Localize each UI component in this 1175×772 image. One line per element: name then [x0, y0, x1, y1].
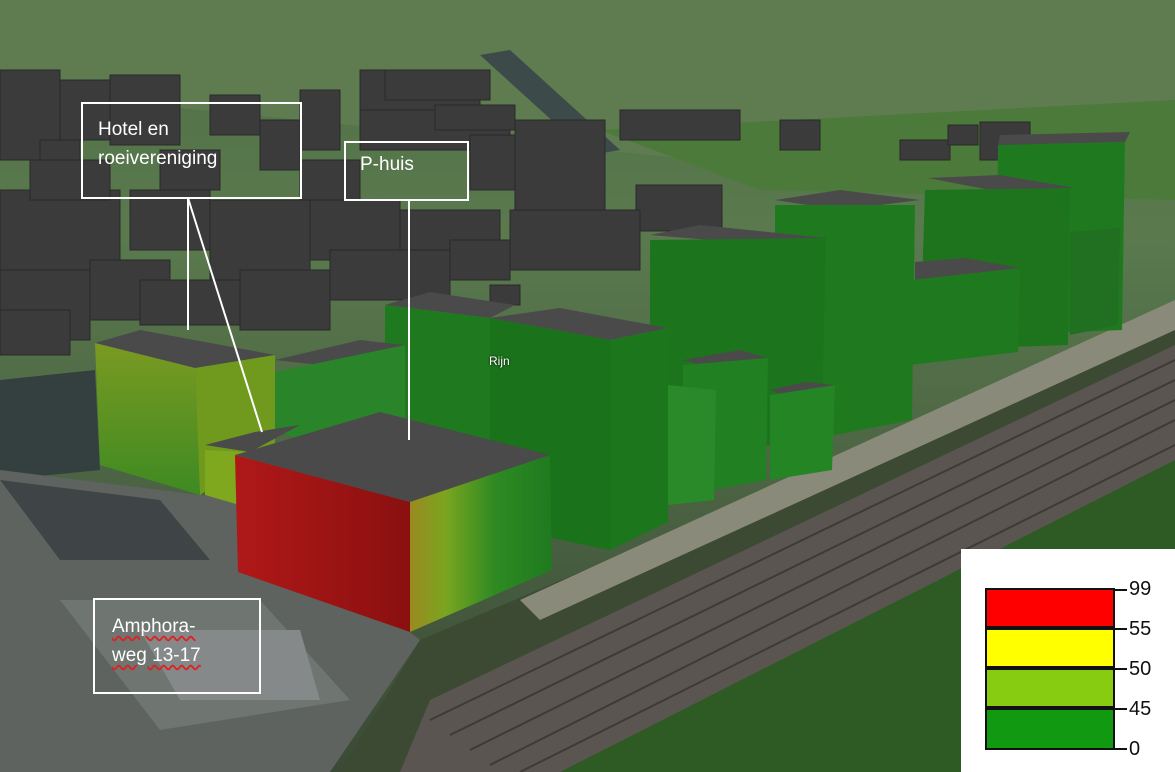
- legend-label-45: 45: [1129, 698, 1152, 720]
- building-small-2-face: [770, 385, 835, 480]
- building-block-right-face: [610, 328, 668, 550]
- legend-label-50: 50: [1129, 658, 1152, 680]
- building-right-low-face: [910, 268, 1020, 365]
- legend-label-55: 55: [1129, 618, 1152, 640]
- water: [0, 370, 100, 480]
- legend: 99 55 50 45 0: [961, 549, 1175, 772]
- legend-swatch-45-50: [985, 668, 1115, 708]
- legend-label-99: 99: [1129, 578, 1152, 600]
- callout-label-phuis: P-huis: [360, 154, 414, 175]
- legend-label-0: 0: [1129, 738, 1141, 760]
- building-right-3-face: [1070, 228, 1120, 335]
- legend-tick: [1115, 668, 1127, 670]
- legend-swatch-55-99: [985, 588, 1115, 628]
- callout-label-hotel: Hotel en roeivereniging: [98, 119, 218, 169]
- building-small-3-face: [668, 385, 716, 505]
- callout-label-amphora: Amphora- weg 13-17: [112, 616, 201, 666]
- legend-swatch-0-45: [985, 708, 1115, 750]
- legend-swatch-50-55: [985, 628, 1115, 668]
- place-label-rijn: Rijn: [489, 354, 510, 368]
- legend-tick: [1115, 628, 1127, 630]
- legend-tick: [1115, 589, 1127, 591]
- legend-tick: [1115, 708, 1127, 710]
- legend-tick: [1115, 748, 1127, 750]
